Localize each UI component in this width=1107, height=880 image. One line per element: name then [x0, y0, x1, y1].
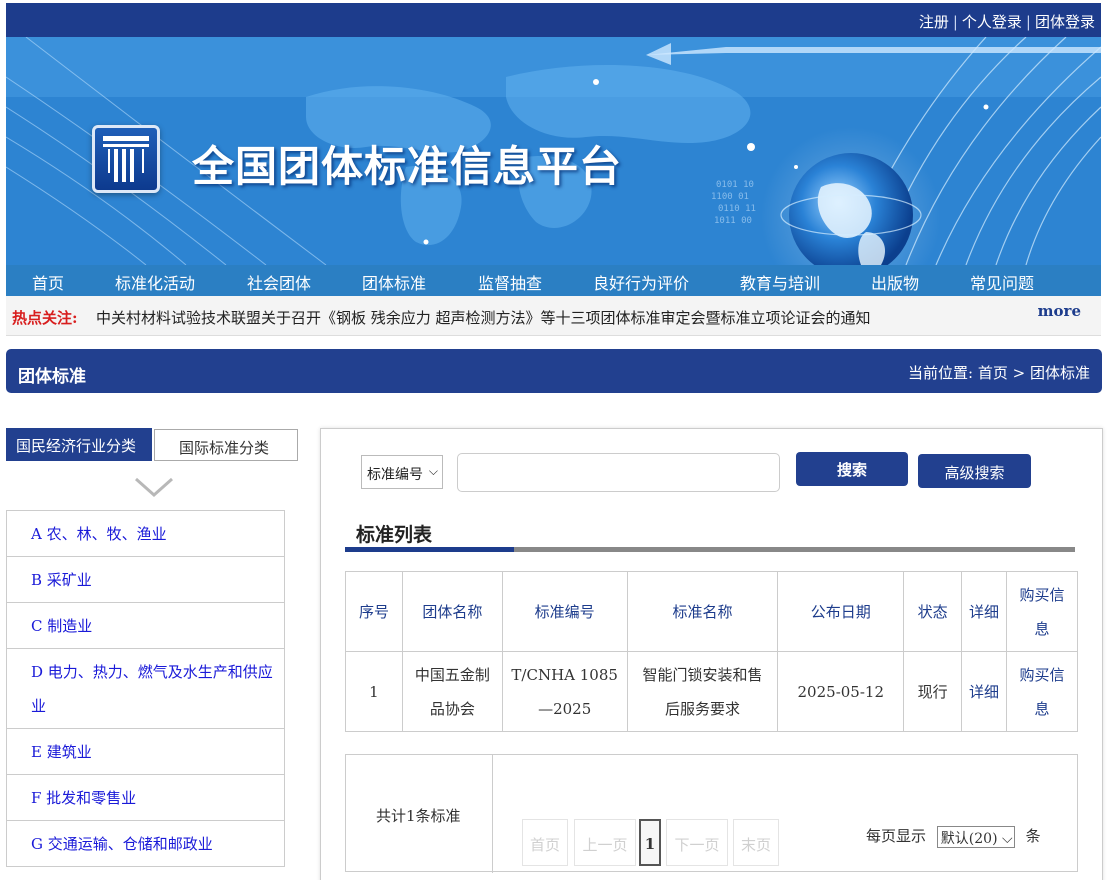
logo[interactable]: [92, 125, 160, 193]
col-header-status: 状态: [903, 571, 963, 652]
svg-text:0110 11: 0110 11: [718, 204, 756, 214]
col-header-code: 标准编号: [501, 571, 628, 652]
pager-divider: [492, 755, 493, 873]
link-separator: |: [952, 13, 958, 31]
col-header-no: 序号: [345, 571, 403, 652]
breadcrumb-current[interactable]: 团体标准: [1030, 364, 1090, 382]
advanced-search-button[interactable]: 高级搜索: [918, 454, 1031, 488]
search-input[interactable]: [457, 453, 780, 492]
nav-education[interactable]: 教育与培训: [740, 270, 820, 294]
cell-org: 中国五金制品协会: [401, 651, 503, 732]
current-page-button[interactable]: 1: [639, 819, 661, 866]
cell-no: 1: [345, 651, 403, 732]
category-item-f[interactable]: F 批发和零售业: [7, 775, 284, 821]
category-item-d[interactable]: D 电力、热力、燃气及水生产和供应业: [7, 649, 284, 729]
buy-info-link[interactable]: 购买信息: [1006, 651, 1078, 732]
per-page-value: 默认(20): [940, 831, 998, 847]
site-title: 全国团体标准信息平台: [192, 142, 623, 191]
per-page-select[interactable]: 默认(20) ⌵: [936, 826, 1015, 848]
first-page-button[interactable]: 首页: [522, 819, 568, 866]
logo-t-icon: [103, 136, 149, 182]
nav-good-conduct[interactable]: 良好行为评价: [593, 270, 689, 294]
category-item-c[interactable]: C 制造业: [7, 603, 284, 649]
section-header: 团体标准 当前位置: 首页 > 团体标准: [6, 349, 1102, 393]
search-button[interactable]: 搜索: [796, 452, 908, 486]
nav-standardization-activities[interactable]: 标准化活动: [115, 270, 195, 294]
standards-table: 序号 团体名称 标准编号 标准名称 公布日期 状态 详细 购买信息 1 中国五金…: [345, 571, 1078, 732]
last-page-button[interactable]: 末页: [733, 819, 779, 866]
list-divider-accent: [345, 547, 514, 552]
nav-home[interactable]: 首页: [32, 270, 64, 294]
category-item-e[interactable]: E 建筑业: [7, 729, 284, 775]
group-login-link[interactable]: 团体登录: [1035, 13, 1095, 31]
table-row: 1 中国五金制品协会 T/CNHA 1085—2025 智能门锁安装和售后服务要…: [345, 651, 1078, 732]
result-count: 共计1条标准: [376, 807, 461, 825]
personal-login-link[interactable]: 个人登录: [962, 13, 1022, 31]
chevron-down-icon: ⌵: [1002, 831, 1013, 847]
cell-status: 现行: [903, 651, 963, 732]
search-field-value: 标准编号: [367, 467, 423, 483]
top-bar: 注册 | 个人登录 | 团体登录: [6, 3, 1101, 37]
hot-news-bar: 热点关注: 中关村材料试验技术联盟关于召开《钢板 残余应力 超声检测方法》等十三…: [6, 296, 1101, 336]
search-field-select[interactable]: 标准编号 ⌵: [361, 455, 443, 489]
breadcrumb-home[interactable]: 首页: [978, 364, 1008, 382]
register-link[interactable]: 注册: [919, 13, 949, 31]
tab-international-classification[interactable]: 国际标准分类: [154, 429, 298, 461]
col-header-buy: 购买信息: [1006, 571, 1078, 652]
chevron-down-icon: [135, 477, 173, 498]
main-nav: 首页 标准化活动 社会团体 团体标准 监督抽查 良好行为评价 教育与培训 出版物…: [6, 265, 1101, 296]
detail-link[interactable]: 详细: [961, 651, 1008, 732]
hot-news-label: 热点关注:: [12, 309, 78, 327]
breadcrumb: 当前位置: 首页 > 团体标准: [908, 362, 1090, 383]
hot-news-link[interactable]: 中关村材料试验技术联盟关于召开《钢板 残余应力 超声检测方法》等十三项团体标准审…: [96, 307, 871, 328]
nav-publications[interactable]: 出版物: [871, 270, 919, 294]
svg-text:1011 00: 1011 00: [714, 216, 752, 226]
prev-page-button[interactable]: 上一页: [574, 819, 636, 866]
svg-text:0101 10: 0101 10: [716, 180, 754, 190]
banner: 0101 10 1100 01 0110 11 1011 00 全国团体标准信息…: [6, 37, 1101, 265]
col-header-detail: 详细: [961, 571, 1008, 652]
nav-group-standards[interactable]: 团体标准: [362, 270, 426, 294]
category-item-g[interactable]: G 交通运输、仓储和邮政业: [7, 821, 284, 867]
table-header-row: 序号 团体名称 标准编号 标准名称 公布日期 状态 详细 购买信息: [345, 571, 1078, 652]
nav-social-groups[interactable]: 社会团体: [247, 270, 311, 294]
col-header-name: 标准名称: [626, 571, 779, 652]
pagination: 共计1条标准 首页 上一页 1 下一页 末页 每页显示 默认(20) ⌵ 条: [345, 754, 1078, 873]
cell-name: 智能门锁安装和售后服务要求: [626, 651, 779, 732]
next-page-button[interactable]: 下一页: [666, 819, 728, 866]
account-links: 注册 | 个人登录 | 团体登录: [919, 11, 1095, 32]
col-header-org: 团体名称: [401, 571, 503, 652]
per-page-control: 每页显示 默认(20) ⌵ 条: [866, 825, 1041, 848]
nav-faq[interactable]: 常见问题: [970, 270, 1034, 294]
breadcrumb-label: 当前位置:: [907, 364, 974, 382]
category-item-a[interactable]: A 农、林、牧、渔业: [7, 511, 284, 557]
per-page-unit: 条: [1025, 827, 1041, 845]
cell-code: T/CNHA 1085—2025: [501, 651, 628, 732]
per-page-label: 每页显示: [866, 827, 927, 845]
section-title: 团体标准: [18, 367, 86, 387]
link-separator: |: [1025, 13, 1031, 31]
list-title: 标准列表: [356, 524, 433, 546]
breadcrumb-separator: >: [1012, 364, 1026, 382]
tab-industry-classification[interactable]: 国民经济行业分类: [6, 428, 152, 461]
nav-supervision[interactable]: 监督抽查: [478, 270, 542, 294]
col-header-date: 公布日期: [777, 571, 905, 652]
svg-text:1100 01: 1100 01: [711, 192, 749, 202]
chevron-down-icon: ⌵: [428, 464, 438, 478]
cell-date: 2025-05-12: [777, 651, 905, 732]
more-link[interactable]: more: [1038, 302, 1081, 320]
category-item-b[interactable]: B 采矿业: [7, 557, 284, 603]
category-list: A 农、林、牧、渔业 B 采矿业 C 制造业 D 电力、热力、燃气及水生产和供应…: [6, 510, 285, 867]
standards-panel: 标准编号 ⌵ 搜索 高级搜索 标准列表 序号 团体名称 标准编号 标准名称 公布…: [320, 428, 1103, 880]
